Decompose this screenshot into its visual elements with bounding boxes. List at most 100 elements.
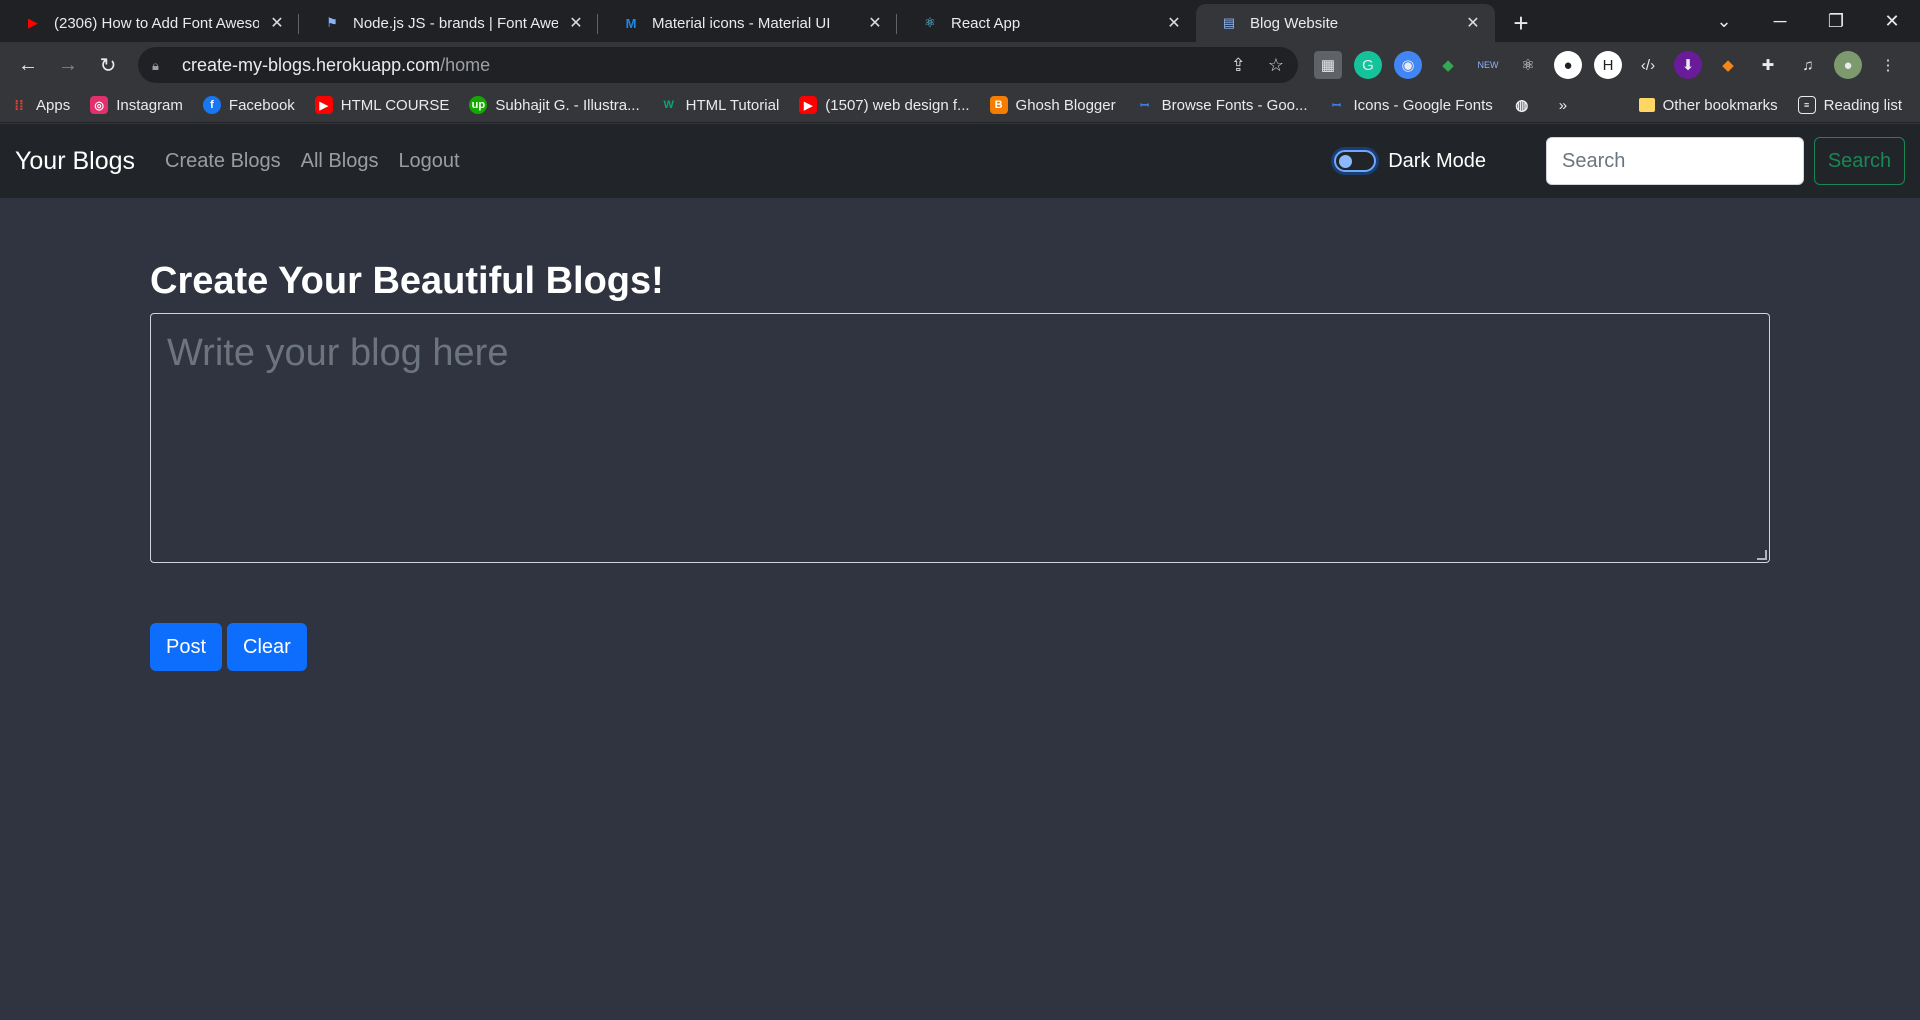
close-icon[interactable]: ✕ (566, 13, 586, 33)
window-controls: ⌄ ─ ❐ ✕ (1696, 0, 1920, 42)
url-path: /home (440, 54, 491, 75)
folder-icon (1638, 98, 1655, 112)
extension-icon[interactable]: ◆ (1434, 51, 1462, 79)
bookmark-item[interactable]: f Facebook (202, 96, 295, 114)
youtube-icon: ▶ (28, 15, 38, 30)
close-icon[interactable]: ✕ (267, 13, 287, 33)
dark-mode-label: Dark Mode (1388, 149, 1486, 172)
browser-tab[interactable]: ⚑ Node.js JS - brands | Font Awesome ✕ (299, 4, 598, 42)
create-blog-section: Create Your Beautiful Blogs! Write your … (150, 260, 1770, 671)
facebook-icon: f (202, 96, 221, 114)
bookmark-item[interactable]: B Ghosh Blogger (989, 96, 1116, 114)
close-icon[interactable]: ✕ (865, 13, 885, 33)
avatar[interactable]: ● (1834, 51, 1862, 79)
extension-icon[interactable]: ◉ (1394, 51, 1422, 79)
reload-icon[interactable]: ↻ (90, 47, 126, 83)
other-bookmarks[interactable]: Other bookmarks (1638, 96, 1778, 114)
extension-icon[interactable]: ● (1554, 51, 1582, 79)
omnibox-actions: ⇪ ☆ (1231, 55, 1284, 76)
search-input[interactable]: Search (1546, 137, 1804, 185)
bookmark-item[interactable]: ꟷ Browse Fonts - Goo... (1136, 96, 1308, 114)
menu-icon[interactable]: ⋮ (1874, 51, 1902, 79)
instagram-icon: ◎ (90, 96, 109, 114)
bookmark-item[interactable]: ◎ Instagram (90, 96, 183, 114)
close-icon[interactable]: ✕ (1463, 13, 1483, 33)
action-buttons: Post Clear (150, 623, 1770, 671)
metamask-icon[interactable]: ◆ (1714, 51, 1742, 79)
bookmark-label: Apps (36, 96, 71, 114)
minimize-icon[interactable]: ─ (1752, 11, 1808, 32)
page-title: Create Your Beautiful Blogs! (150, 260, 664, 302)
browser-tab[interactable]: ▶ (2306) How to Add Font Awesome ✕ (0, 4, 299, 42)
tab-title: Node.js JS - brands | Font Awesome (353, 14, 558, 32)
extension-icon[interactable]: NEW (1474, 51, 1502, 79)
nav-link-logout[interactable]: Logout (398, 150, 459, 173)
upwork-icon: up (469, 96, 488, 114)
bookmark-item[interactable]: W HTML Tutorial (660, 96, 779, 114)
bookmark-globe[interactable]: ◍ (1513, 96, 1539, 114)
grammarly-icon[interactable]: G (1354, 51, 1382, 79)
tab-title: Material icons - Material UI (652, 14, 831, 32)
chevron-right-icon: » (1558, 96, 1568, 114)
restore-icon[interactable]: ❐ (1808, 11, 1864, 32)
dark-mode-switch[interactable] (1334, 150, 1377, 172)
bookmark-item[interactable]: ▶ HTML COURSE (314, 96, 450, 114)
bookmark-label: Browse Fonts - Goo... (1161, 96, 1308, 114)
new-tab-button[interactable]: + (1501, 4, 1541, 42)
bookmarks-overflow-button[interactable]: » (1559, 97, 1567, 114)
other-bookmarks-label: Other bookmarks (1662, 96, 1778, 114)
media-icon[interactable]: ♫ (1794, 51, 1822, 79)
search-button[interactable]: Search (1814, 137, 1905, 185)
flag-icon: ⚑ (326, 15, 338, 30)
browser-tab-strip: ▶ (2306) How to Add Font Awesome ✕ ⚑ Nod… (0, 0, 1920, 42)
react-devtools-icon[interactable]: ⚛ (1514, 51, 1542, 79)
close-window-icon[interactable]: ✕ (1864, 11, 1920, 32)
browser-toolbar: ← → ↻ 🔒︎ create-my-blogs.herokuapp.com/h… (0, 42, 1920, 88)
bookmark-label: Subhajit G. - Illustra... (495, 96, 640, 114)
address-bar[interactable]: 🔒︎ create-my-blogs.herokuapp.com/home ⇪ … (138, 47, 1298, 83)
post-button[interactable]: Post (150, 623, 223, 671)
extension-icon[interactable]: H (1594, 51, 1622, 79)
download-icon[interactable]: ⬇ (1674, 51, 1702, 79)
youtube-icon: ▶ (799, 96, 818, 114)
puzzle-icon[interactable]: ✚ (1754, 51, 1782, 79)
bookmark-label: Instagram (116, 96, 183, 114)
browser-tab-active[interactable]: ▤ Blog Website ✕ (1196, 4, 1495, 42)
nav-link-create-blogs[interactable]: Create Blogs (165, 150, 281, 173)
bookmark-item[interactable]: ꟷ Icons - Google Fonts (1328, 96, 1493, 114)
extension-icon[interactable]: ▦ (1314, 51, 1342, 79)
share-icon[interactable]: ⇪ (1231, 55, 1246, 76)
tab-search-icon[interactable]: ⌄ (1696, 11, 1752, 32)
browser-tab[interactable]: M Material icons - Material UI ✕ (598, 4, 897, 42)
bookmark-item[interactable]: up Subhajit G. - Illustra... (469, 96, 640, 114)
reading-list-icon: ≡ (1797, 96, 1816, 114)
clear-button[interactable]: Clear (227, 623, 307, 671)
blog-textarea[interactable]: Write your blog here (150, 313, 1770, 563)
reading-list[interactable]: ≡ Reading list (1797, 96, 1902, 114)
url-host: create-my-blogs.herokuapp.com (182, 54, 441, 75)
bookmark-label: (1507) web design f... (825, 96, 970, 114)
close-icon[interactable]: ✕ (1164, 13, 1184, 33)
resize-handle-icon[interactable] (1757, 550, 1767, 560)
bookmark-apps[interactable]: ⁞⁞ Apps (10, 96, 70, 114)
back-icon[interactable]: ← (10, 47, 46, 83)
extensions-bar: ▦ G ◉ ◆ NEW ⚛ ● H ‹/› ⬇ ◆ ✚ ♫ ● ⋮ (1314, 51, 1902, 79)
google-fonts-icon: ꟷ (1332, 99, 1341, 112)
bookmark-item[interactable]: ▶ (1507) web design f... (799, 96, 970, 114)
bookmark-label: Ghosh Blogger (1015, 96, 1116, 114)
apps-grid-icon: ⁞⁞ (14, 97, 24, 113)
tab-title: (2306) How to Add Font Awesome (54, 14, 259, 32)
star-icon[interactable]: ☆ (1268, 55, 1284, 76)
blogger-icon: B (989, 96, 1008, 114)
tab-title: React App (951, 14, 1021, 32)
bookmark-label: Facebook (228, 96, 295, 114)
tab-title: Blog Website (1250, 14, 1339, 32)
nav-link-all-blogs[interactable]: All Blogs (301, 150, 379, 173)
forward-icon[interactable]: → (50, 47, 86, 83)
code-icon[interactable]: ‹/› (1634, 51, 1662, 79)
browser-tab[interactable]: ⚛ React App ✕ (897, 4, 1196, 42)
brand-logo[interactable]: Your Blogs (15, 147, 135, 176)
dark-mode-toggle: Dark Mode (1334, 150, 1486, 173)
bookmark-label: HTML COURSE (340, 96, 450, 114)
lock-icon: 🔒︎ (152, 58, 159, 73)
